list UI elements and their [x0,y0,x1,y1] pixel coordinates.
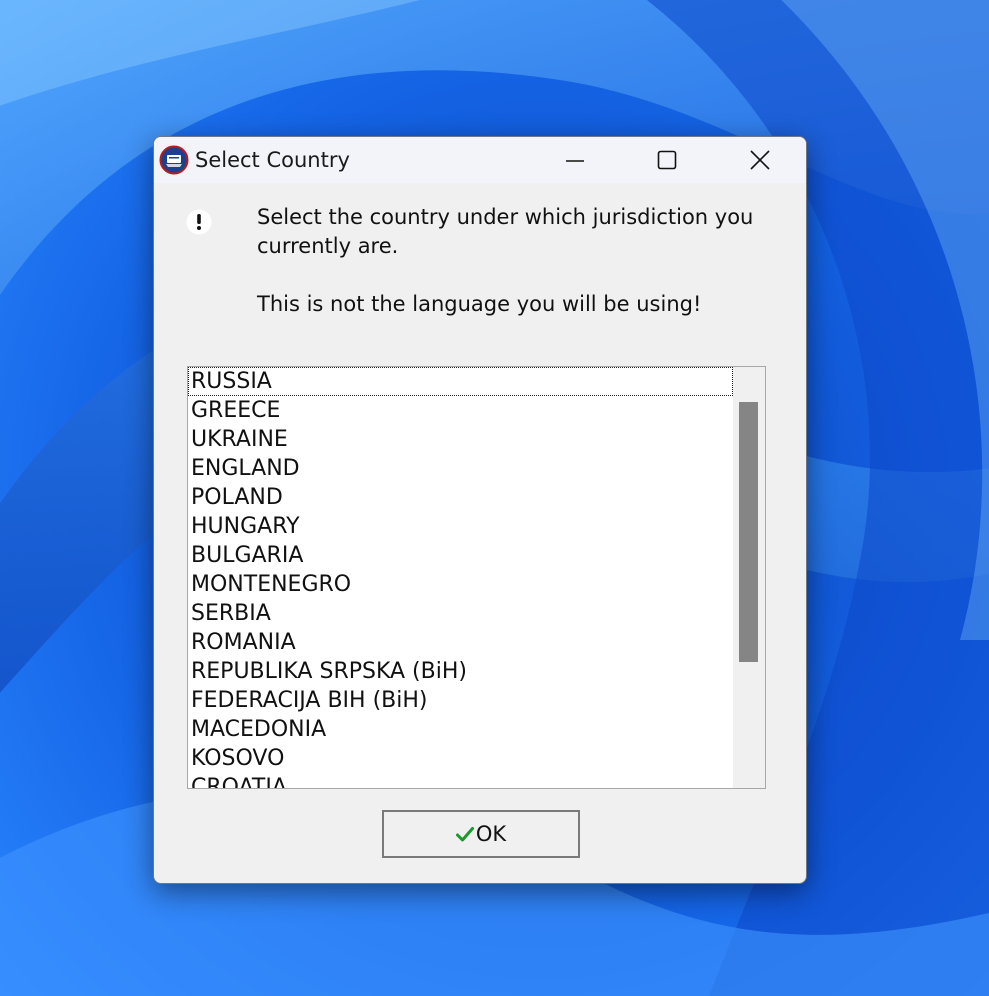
close-button[interactable] [737,137,783,183]
select-country-dialog: Select Country Select the country under … [153,136,807,884]
country-list-item[interactable]: BULGARIA [188,541,733,570]
country-list-item[interactable]: HUNGARY [188,512,733,541]
country-list-items: RUSSIA GREECE UKRAINE ENGLAND POLAND HUNGARY B… [188,367,733,788]
country-list-item[interactable]: ENGLAND [188,454,733,483]
maximize-button[interactable] [644,137,690,183]
country-list-item[interactable]: POLAND [188,483,733,512]
country-list-item[interactable]: REPUBLIKA SRPSKA (BiH) [188,657,733,686]
country-listbox[interactable]: RUSSIA GREECE UKRAINE ENGLAND POLAND HUNGARY B… [187,366,766,789]
instruction-line: Select the country under which jurisdict… [257,205,754,258]
warning-line: This is not the language you will be usi… [257,292,702,316]
country-list-item[interactable]: MONTENEGRO [188,570,733,599]
close-icon [750,150,770,170]
minimize-button[interactable] [552,137,598,183]
country-list-item[interactable]: FEDERACIJA BIH (BiH) [188,686,733,715]
exclamation-icon [186,209,212,235]
ok-button-label: OK [475,822,507,846]
minimize-icon [566,160,584,162]
maximize-icon [657,150,677,170]
app-logo-icon [159,145,189,175]
country-list-item[interactable]: GREECE [188,396,733,425]
scrollbar-thumb[interactable] [739,402,758,662]
country-list-item[interactable]: CROATIA [188,773,733,788]
ok-button[interactable]: OK [382,810,580,858]
country-list-item[interactable]: KOSOVO [188,744,733,773]
country-list-item[interactable]: SERBIA [188,599,733,628]
country-list-item[interactable]: UKRAINE [188,425,733,454]
instruction-message: Select the country under which jurisdict… [257,203,777,319]
title-bar[interactable]: Select Country [154,137,806,183]
checkmark-icon [455,827,474,842]
window-title: Select Country [195,148,350,172]
country-list-item[interactable]: MACEDONIA [188,715,733,744]
list-scrollbar[interactable] [733,367,765,788]
country-list-item[interactable]: ROMANIA [188,628,733,657]
country-list-item[interactable]: RUSSIA [188,367,733,396]
